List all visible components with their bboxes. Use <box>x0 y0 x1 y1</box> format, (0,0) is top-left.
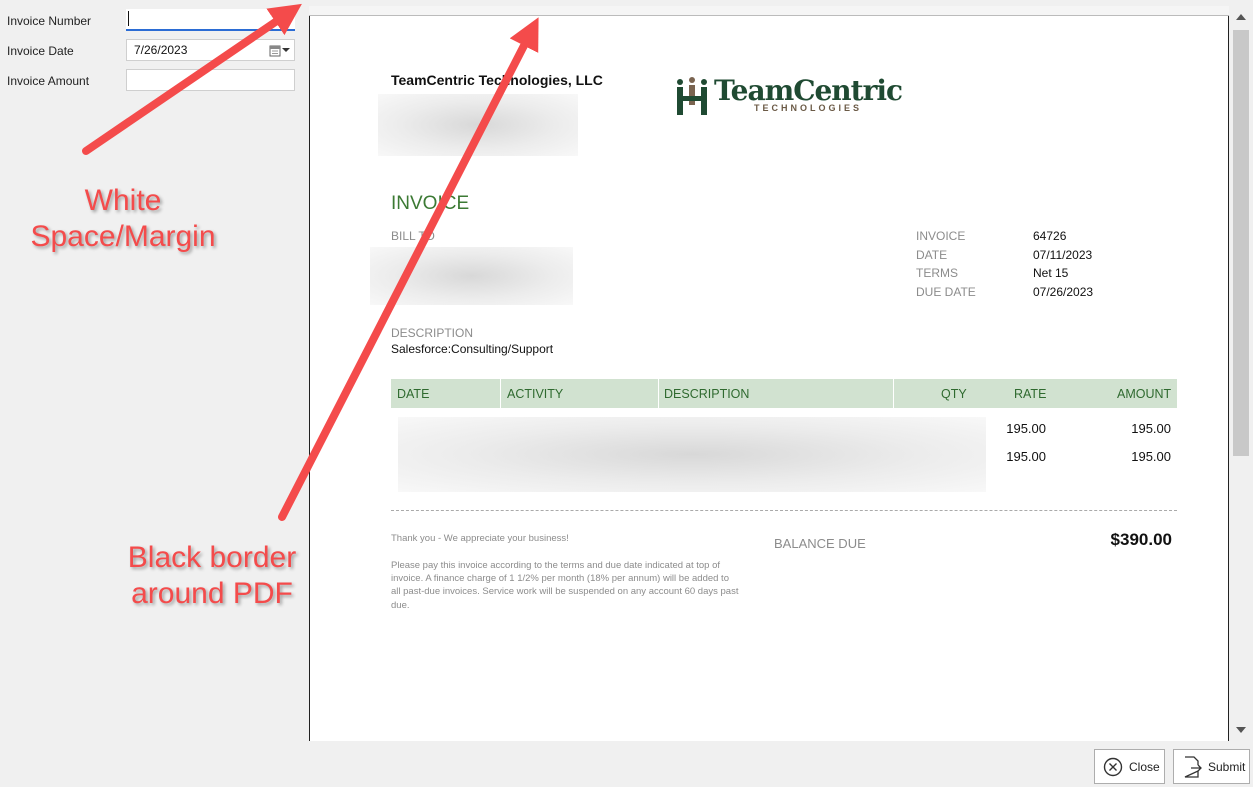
close-button[interactable]: Close <box>1094 749 1165 784</box>
submit-document-icon <box>1184 755 1202 778</box>
border-annotation-line2: around PDF <box>131 577 293 610</box>
margin-arrow <box>82 3 302 155</box>
annotation-arrows <box>82 3 539 521</box>
border-annotation-line1: Black border <box>127 541 297 574</box>
submit-button[interactable]: Submit <box>1173 749 1250 784</box>
margin-annotation: White Space/Margin <box>0 183 246 255</box>
close-icon <box>1103 757 1123 776</box>
border-annotation: Black border around PDF <box>110 540 314 612</box>
border-arrow <box>278 17 539 521</box>
margin-annotation-line1: White <box>84 184 162 217</box>
margin-annotation-line2: Space/Margin <box>30 220 216 253</box>
submit-label: Submit <box>1208 759 1246 774</box>
close-label: Close <box>1129 759 1160 774</box>
